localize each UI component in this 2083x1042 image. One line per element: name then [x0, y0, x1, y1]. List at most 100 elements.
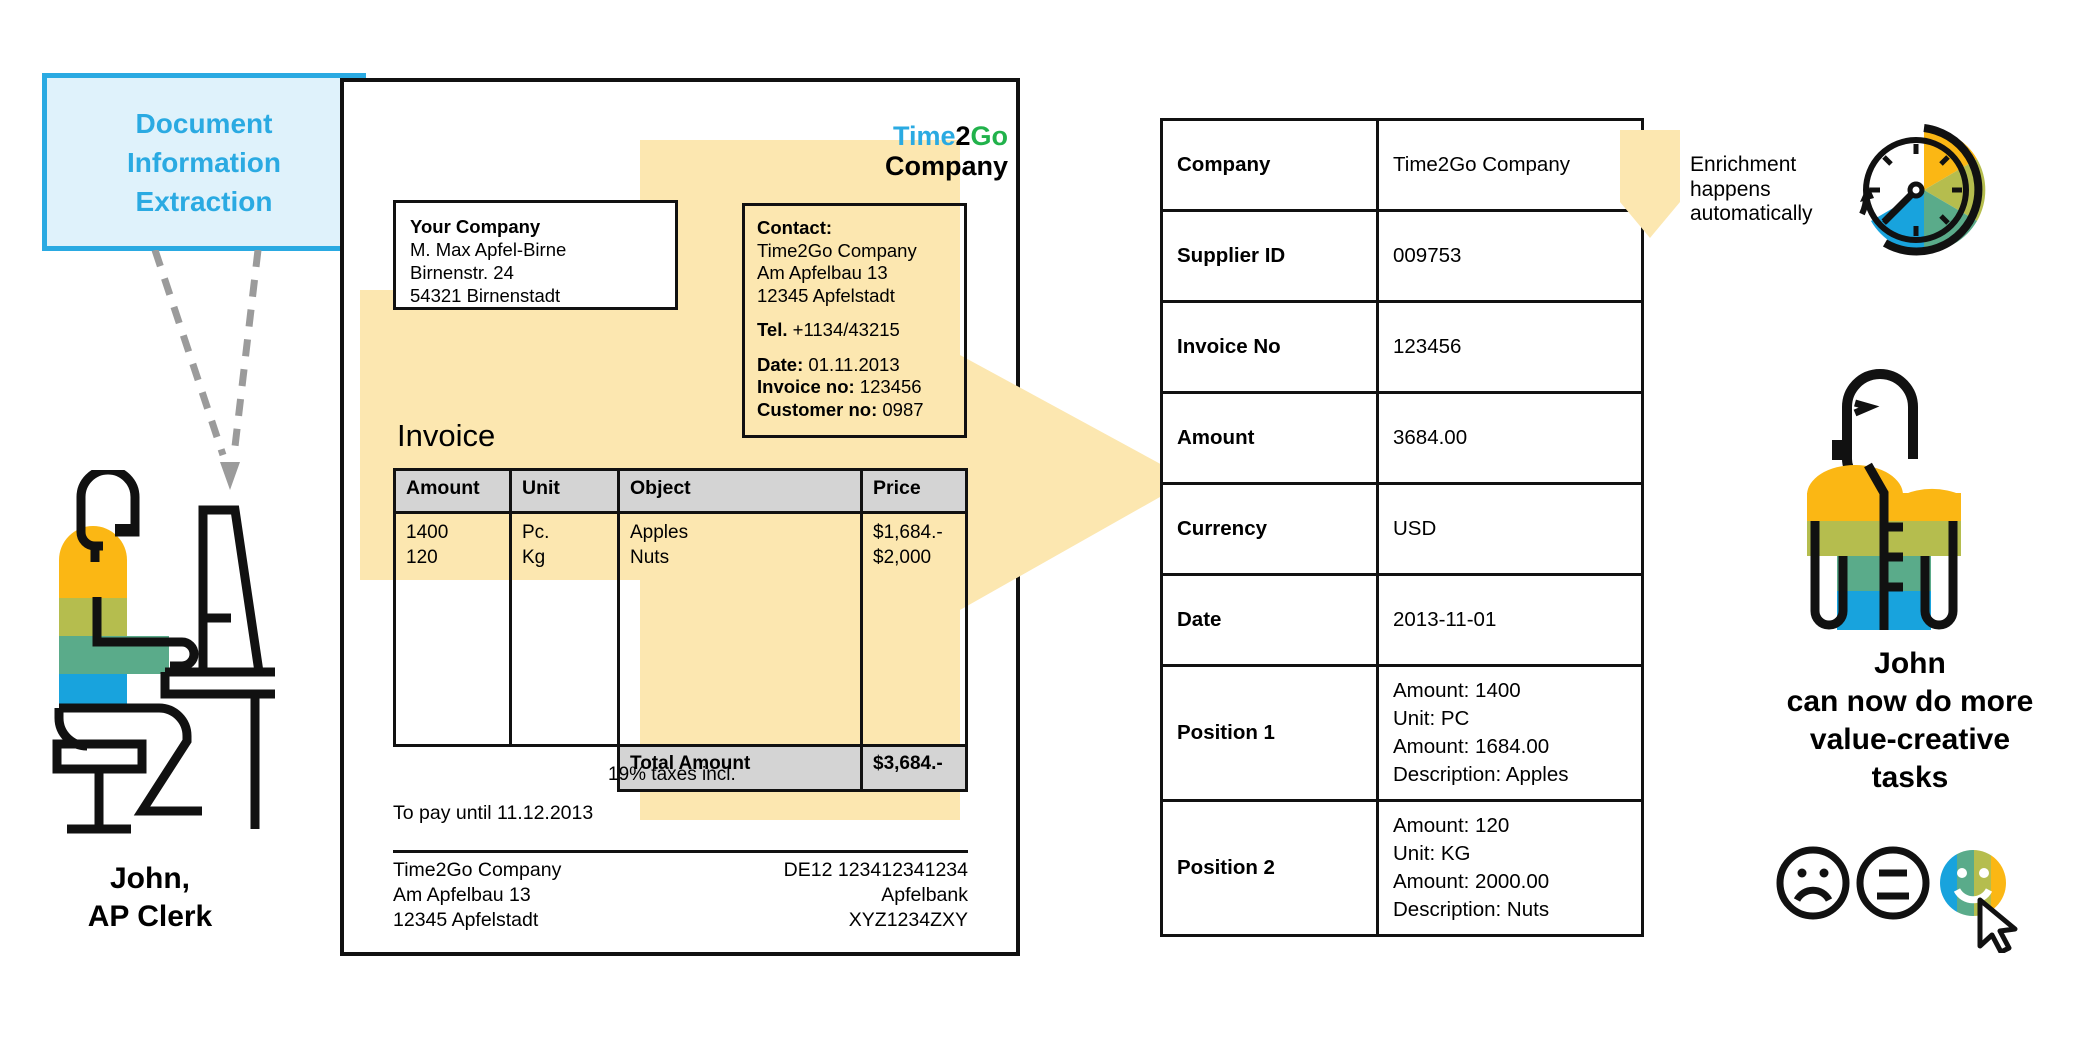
table-row: Date 2013-11-01	[1160, 573, 1644, 667]
dashed-arrow-connector	[151, 250, 262, 490]
mouse-cursor-icon[interactable]	[1977, 897, 2018, 953]
right-person-label-line2: can now do more	[1786, 685, 2034, 718]
extraction-value-position-1: Amount: 1400 Unit: PC Amount: 1684.00 De…	[1376, 664, 1644, 802]
extraction-value-currency: USD	[1376, 482, 1644, 576]
footer-left-line2: Am Apfelbau 13	[393, 884, 531, 906]
die-label-line1: Document	[135, 107, 273, 139]
table-row: Amount 3684.00	[1160, 391, 1644, 485]
extraction-key-invoice-no: Invoice No	[1160, 300, 1379, 394]
die-label: Document Information Extraction	[127, 104, 281, 221]
your-company-line1: M. Max Apfel-Birne	[410, 239, 567, 260]
table-row: Company Time2Go Company	[1160, 118, 1644, 212]
contact-date-value: 01.11.2013	[808, 353, 900, 375]
table-row: Invoice No 123456	[1160, 300, 1644, 394]
position-1-line1: Amount: 1400	[1393, 679, 1521, 702]
footer-right-line3: XYZ1234ZXY	[848, 909, 968, 931]
your-company-address-box: Your Company M. Max Apfel-Birne Birnenst…	[393, 200, 678, 310]
position-2-line1: Amount: 120	[1393, 814, 1510, 837]
clock-pie-icon	[1859, 124, 1986, 256]
total-spacer-2	[511, 746, 619, 791]
position-2-line2: Unit: KG	[1393, 842, 1471, 865]
position-1-line2: Unit: PC	[1393, 707, 1470, 730]
cell-price-line1: $1,684.-	[873, 522, 943, 543]
cell-object-line2: Nuts	[630, 547, 670, 568]
left-person-label-line1: John,	[110, 862, 190, 895]
col-header-price: Price	[860, 468, 968, 514]
cell-unit: Pc. Kg	[509, 511, 620, 747]
enrichment-line2: happens	[1690, 177, 1771, 201]
footer-right-line2: Apfelbank	[881, 884, 968, 906]
satisfaction-rating-icons[interactable]	[1775, 838, 2050, 953]
right-person-label-line3: value-creative	[1809, 723, 2011, 756]
cell-unit-line2: Kg	[522, 547, 546, 568]
right-person-label: John can now do more value-creative task…	[1700, 645, 2083, 797]
person-standing-icon	[1807, 369, 1961, 630]
contact-line1: Time2Go Company	[757, 239, 917, 261]
left-person-label-line2: AP Clerk	[87, 900, 213, 933]
die-label-line2: Information	[127, 146, 281, 178]
document-information-extraction-box: Document Information Extraction	[42, 73, 366, 251]
table-row: Supplier ID 009753	[1160, 209, 1644, 303]
cell-amount-line2: 120	[406, 547, 438, 568]
person-at-desk-icon	[52, 470, 275, 834]
table-row: 1400 120 Pc. Kg Apples Nuts $1,684.- $2,…	[393, 511, 968, 747]
enrichment-line1: Enrichment	[1690, 153, 1797, 176]
extraction-value-supplier-id: 009753	[1376, 209, 1644, 303]
extraction-key-position-1: Position 1	[1160, 664, 1379, 802]
die-label-line3: Extraction	[135, 185, 273, 217]
contact-invoice-no-value: 123456	[859, 376, 922, 397]
down-arrow-callout-icon	[1620, 130, 1680, 238]
enrichment-callout-text: Enrichment happens automatically	[1690, 153, 1850, 227]
extraction-value-company: Time2Go Company	[1376, 118, 1644, 212]
extraction-value-date: 2013-11-01	[1376, 573, 1644, 667]
cell-amount-line1: 1400	[406, 522, 449, 543]
extraction-results-table: Company Time2Go Company Supplier ID 0097…	[1160, 118, 1644, 937]
logo-part1: Time	[892, 121, 956, 151]
extraction-value-invoice-no: 123456	[1376, 300, 1644, 394]
logo-part3: Go	[970, 121, 1009, 151]
logo-part2: 2	[955, 121, 971, 151]
col-header-object: Object	[617, 468, 863, 514]
left-person-label: John, AP Clerk	[20, 860, 280, 936]
col-header-unit: Unit	[509, 468, 620, 514]
contact-date-label: Date:	[757, 353, 804, 375]
extraction-value-position-2: Amount: 120 Unit: KG Amount: 2000.00 Des…	[1376, 799, 1644, 937]
contact-heading: Contact:	[757, 217, 833, 238]
extraction-value-amount: 3684.00	[1376, 391, 1644, 485]
contact-invoice-no-label: Invoice no:	[757, 376, 855, 397]
logo-subtitle: Company	[884, 151, 1008, 181]
cell-price: $1,684.- $2,000	[860, 511, 968, 747]
pay-until-note: To pay until 11.12.2013	[393, 802, 594, 824]
cell-object: Apples Nuts	[617, 511, 863, 747]
happy-face-icon	[1940, 850, 2006, 916]
contact-tel-value: +1134/43215	[792, 319, 900, 340]
taxes-note: 19% taxes incl.	[608, 764, 736, 785]
cell-price-line2: $2,000	[873, 547, 932, 568]
invoice-footer-left: Time2Go Company Am Apfelbau 13 12345 Apf…	[393, 858, 561, 933]
table-header-row: Amount Unit Object Price	[393, 468, 968, 514]
col-header-amount: Amount	[393, 468, 512, 514]
contact-customer-no-label: Customer no:	[757, 398, 878, 420]
position-2-line3: Amount: 2000.00	[1393, 870, 1550, 893]
your-company-line3: 54321 Birnenstadt	[410, 285, 561, 306]
your-company-line2: Birnenstr. 24	[410, 262, 514, 283]
enrichment-line3: automatically	[1690, 202, 1813, 225]
table-row: Position 2 Amount: 120 Unit: KG Amount: …	[1160, 799, 1644, 937]
position-1-line4: Description: Apples	[1393, 763, 1569, 786]
sad-face-icon	[1776, 846, 1850, 920]
footer-right-line1: DE12 123412341234	[783, 859, 968, 881]
contact-tel-label: Tel.	[757, 319, 788, 340]
extraction-key-amount: Amount	[1160, 391, 1379, 485]
right-person-label-line1: John	[1874, 647, 1946, 680]
position-1-line3: Amount: 1684.00	[1393, 735, 1550, 758]
footer-left-line3: 12345 Apfelstadt	[393, 909, 539, 931]
total-value: $3,684.-	[860, 744, 968, 792]
extraction-key-currency: Currency	[1160, 482, 1379, 576]
extraction-key-company: Company	[1160, 118, 1379, 212]
company-logo: Time2Go Company	[838, 121, 1009, 182]
invoice-line-items-table: Amount Unit Object Price 1400 120 Pc. Kg…	[393, 468, 968, 792]
contact-line3: 12345 Apfelstadt	[757, 284, 895, 306]
extraction-key-date: Date	[1160, 573, 1379, 667]
contact-box: Contact: Time2Go Company Am Apfelbau 13 …	[742, 203, 967, 438]
neutral-face-icon	[1856, 846, 1930, 920]
